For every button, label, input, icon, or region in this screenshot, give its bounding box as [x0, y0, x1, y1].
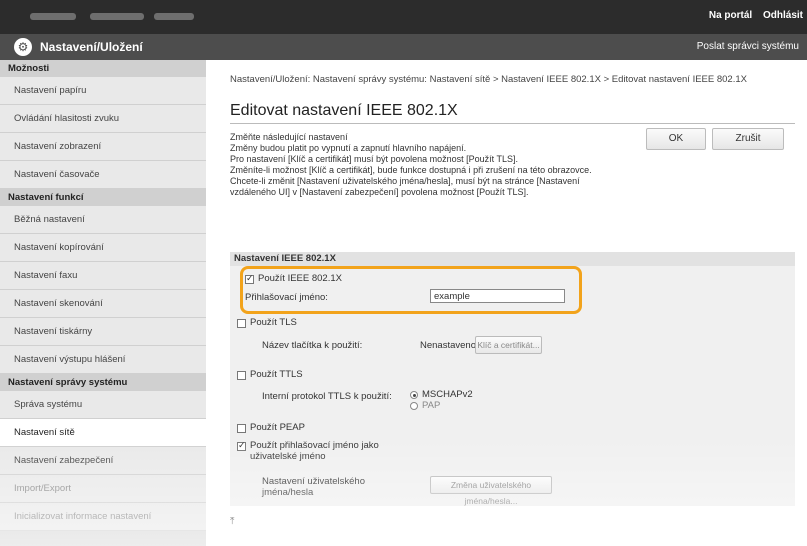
sidebar-section-title: Nastavení funkcí: [0, 189, 206, 206]
sidebar-item-printer[interactable]: Nastavení tiskárny: [0, 318, 206, 346]
use-ttls-checkbox[interactable]: [237, 371, 246, 380]
blurred-text: [90, 13, 144, 20]
blurred-logo: [30, 13, 76, 20]
top-links: Na portál Odhlásit: [701, 10, 803, 21]
sidebar-item-common[interactable]: Běžná nastavení: [0, 206, 206, 234]
highlight-frame: [240, 266, 582, 314]
sidebar-item-import-export[interactable]: Import/Export: [0, 475, 206, 503]
sidebar-item-system[interactable]: Správa systému: [0, 391, 206, 419]
use-tls-checkbox[interactable]: [237, 319, 246, 328]
use-ttls-label: Použít TTLS: [250, 369, 303, 380]
notice-line: Změníte-li možnost [Klíč a certifikát], …: [230, 165, 592, 175]
notice-line: Pro nastavení [Klíč a certifikát] musí b…: [230, 154, 518, 164]
sidebar-item-security[interactable]: Nastavení zabezpečení: [0, 447, 206, 475]
sidebar-item-scan[interactable]: Nastavení skenování: [0, 290, 206, 318]
portal-link[interactable]: Na portál: [709, 10, 752, 21]
notice-text: Změňte následující nastavení Změny budou…: [230, 132, 620, 198]
key-status: Nenastaveno: [420, 340, 476, 351]
mschapv2-label: MSCHAPv2: [422, 389, 473, 400]
sidebar-item-copy[interactable]: Nastavení kopírování: [0, 234, 206, 262]
page-title: Editovat nastavení IEEE 802.1X: [230, 102, 458, 119]
notice-line: Změňte následující nastavení: [230, 132, 348, 142]
logout-link[interactable]: Odhlásit: [763, 10, 803, 21]
use-tls-label: Použít TLS: [250, 317, 297, 328]
notice-line: Chcete-li změnit [Nastavení uživatelskéh…: [230, 176, 580, 197]
ttls-protocol-label: Interní protokol TTLS k použití:: [262, 391, 392, 402]
cancel-button[interactable]: Zrušit: [712, 128, 784, 150]
sidebar-item-volume[interactable]: Ovládání hlasitosti zvuku: [0, 105, 206, 133]
mschapv2-radio[interactable]: [410, 391, 418, 399]
sidebar-section-title: Nastavení správy systému: [0, 374, 206, 391]
sidebar-item-timer[interactable]: Nastavení časovače: [0, 161, 206, 189]
arrow-to-top-icon[interactable]: ⤒: [230, 516, 234, 527]
app-title: Nastavení/Uložení: [40, 40, 143, 54]
change-user-pw-button[interactable]: Změna uživatelského jména/hesla...: [430, 476, 552, 506]
user-pw-label: Nastavení uživatelského jména/hesla: [262, 476, 365, 498]
ok-button[interactable]: OK: [646, 128, 706, 150]
key-certificate-button[interactable]: Klíč a certifikát...: [475, 336, 542, 354]
divider: [230, 123, 795, 124]
pap-label: PAP: [422, 400, 441, 411]
key-name-label: Název tlačítka k použití:: [262, 340, 363, 351]
sidebar: Možnosti Nastavení papíru Ovládání hlasi…: [0, 60, 206, 546]
section-title: Nastavení IEEE 802.1X: [230, 252, 795, 266]
notice-line: Změny budou platit po vypnutí a zapnutí …: [230, 143, 467, 153]
sidebar-item-report[interactable]: Nastavení výstupu hlášení: [0, 346, 206, 374]
breadcrumb: Nastavení/Uložení: Nastavení správy syst…: [230, 74, 747, 85]
sidebar-item-network[interactable]: Nastavení sítě: [0, 419, 206, 447]
use-login-as-user-checkbox[interactable]: [237, 440, 246, 451]
use-peap-label: Použít PEAP: [250, 422, 305, 433]
sidebar-item-paper[interactable]: Nastavení papíru: [0, 77, 206, 105]
mail-admin-link[interactable]: Poslat správci systému: [697, 41, 799, 52]
sidebar-item-display[interactable]: Nastavení zobrazení: [0, 133, 206, 161]
use-peap-checkbox[interactable]: [237, 424, 246, 433]
sidebar-item-fax[interactable]: Nastavení faxu: [0, 262, 206, 290]
sidebar-section-title: Možnosti: [0, 60, 206, 77]
sidebar-item-init[interactable]: Inicializovat informace nastavení: [0, 503, 206, 531]
main-content: Nastavení/Uložení: Nastavení správy syst…: [206, 60, 807, 546]
top-bar: Na portál Odhlásit: [0, 0, 807, 34]
settings-logo-icon: ⚙: [14, 38, 32, 56]
blurred-text: [154, 13, 194, 20]
pap-radio[interactable]: [410, 402, 418, 410]
title-bar: ⚙ Nastavení/Uložení Poslat správci systé…: [0, 34, 807, 60]
use-login-as-user-label: Použít přihlašovací jméno jako uživatels…: [250, 440, 379, 462]
